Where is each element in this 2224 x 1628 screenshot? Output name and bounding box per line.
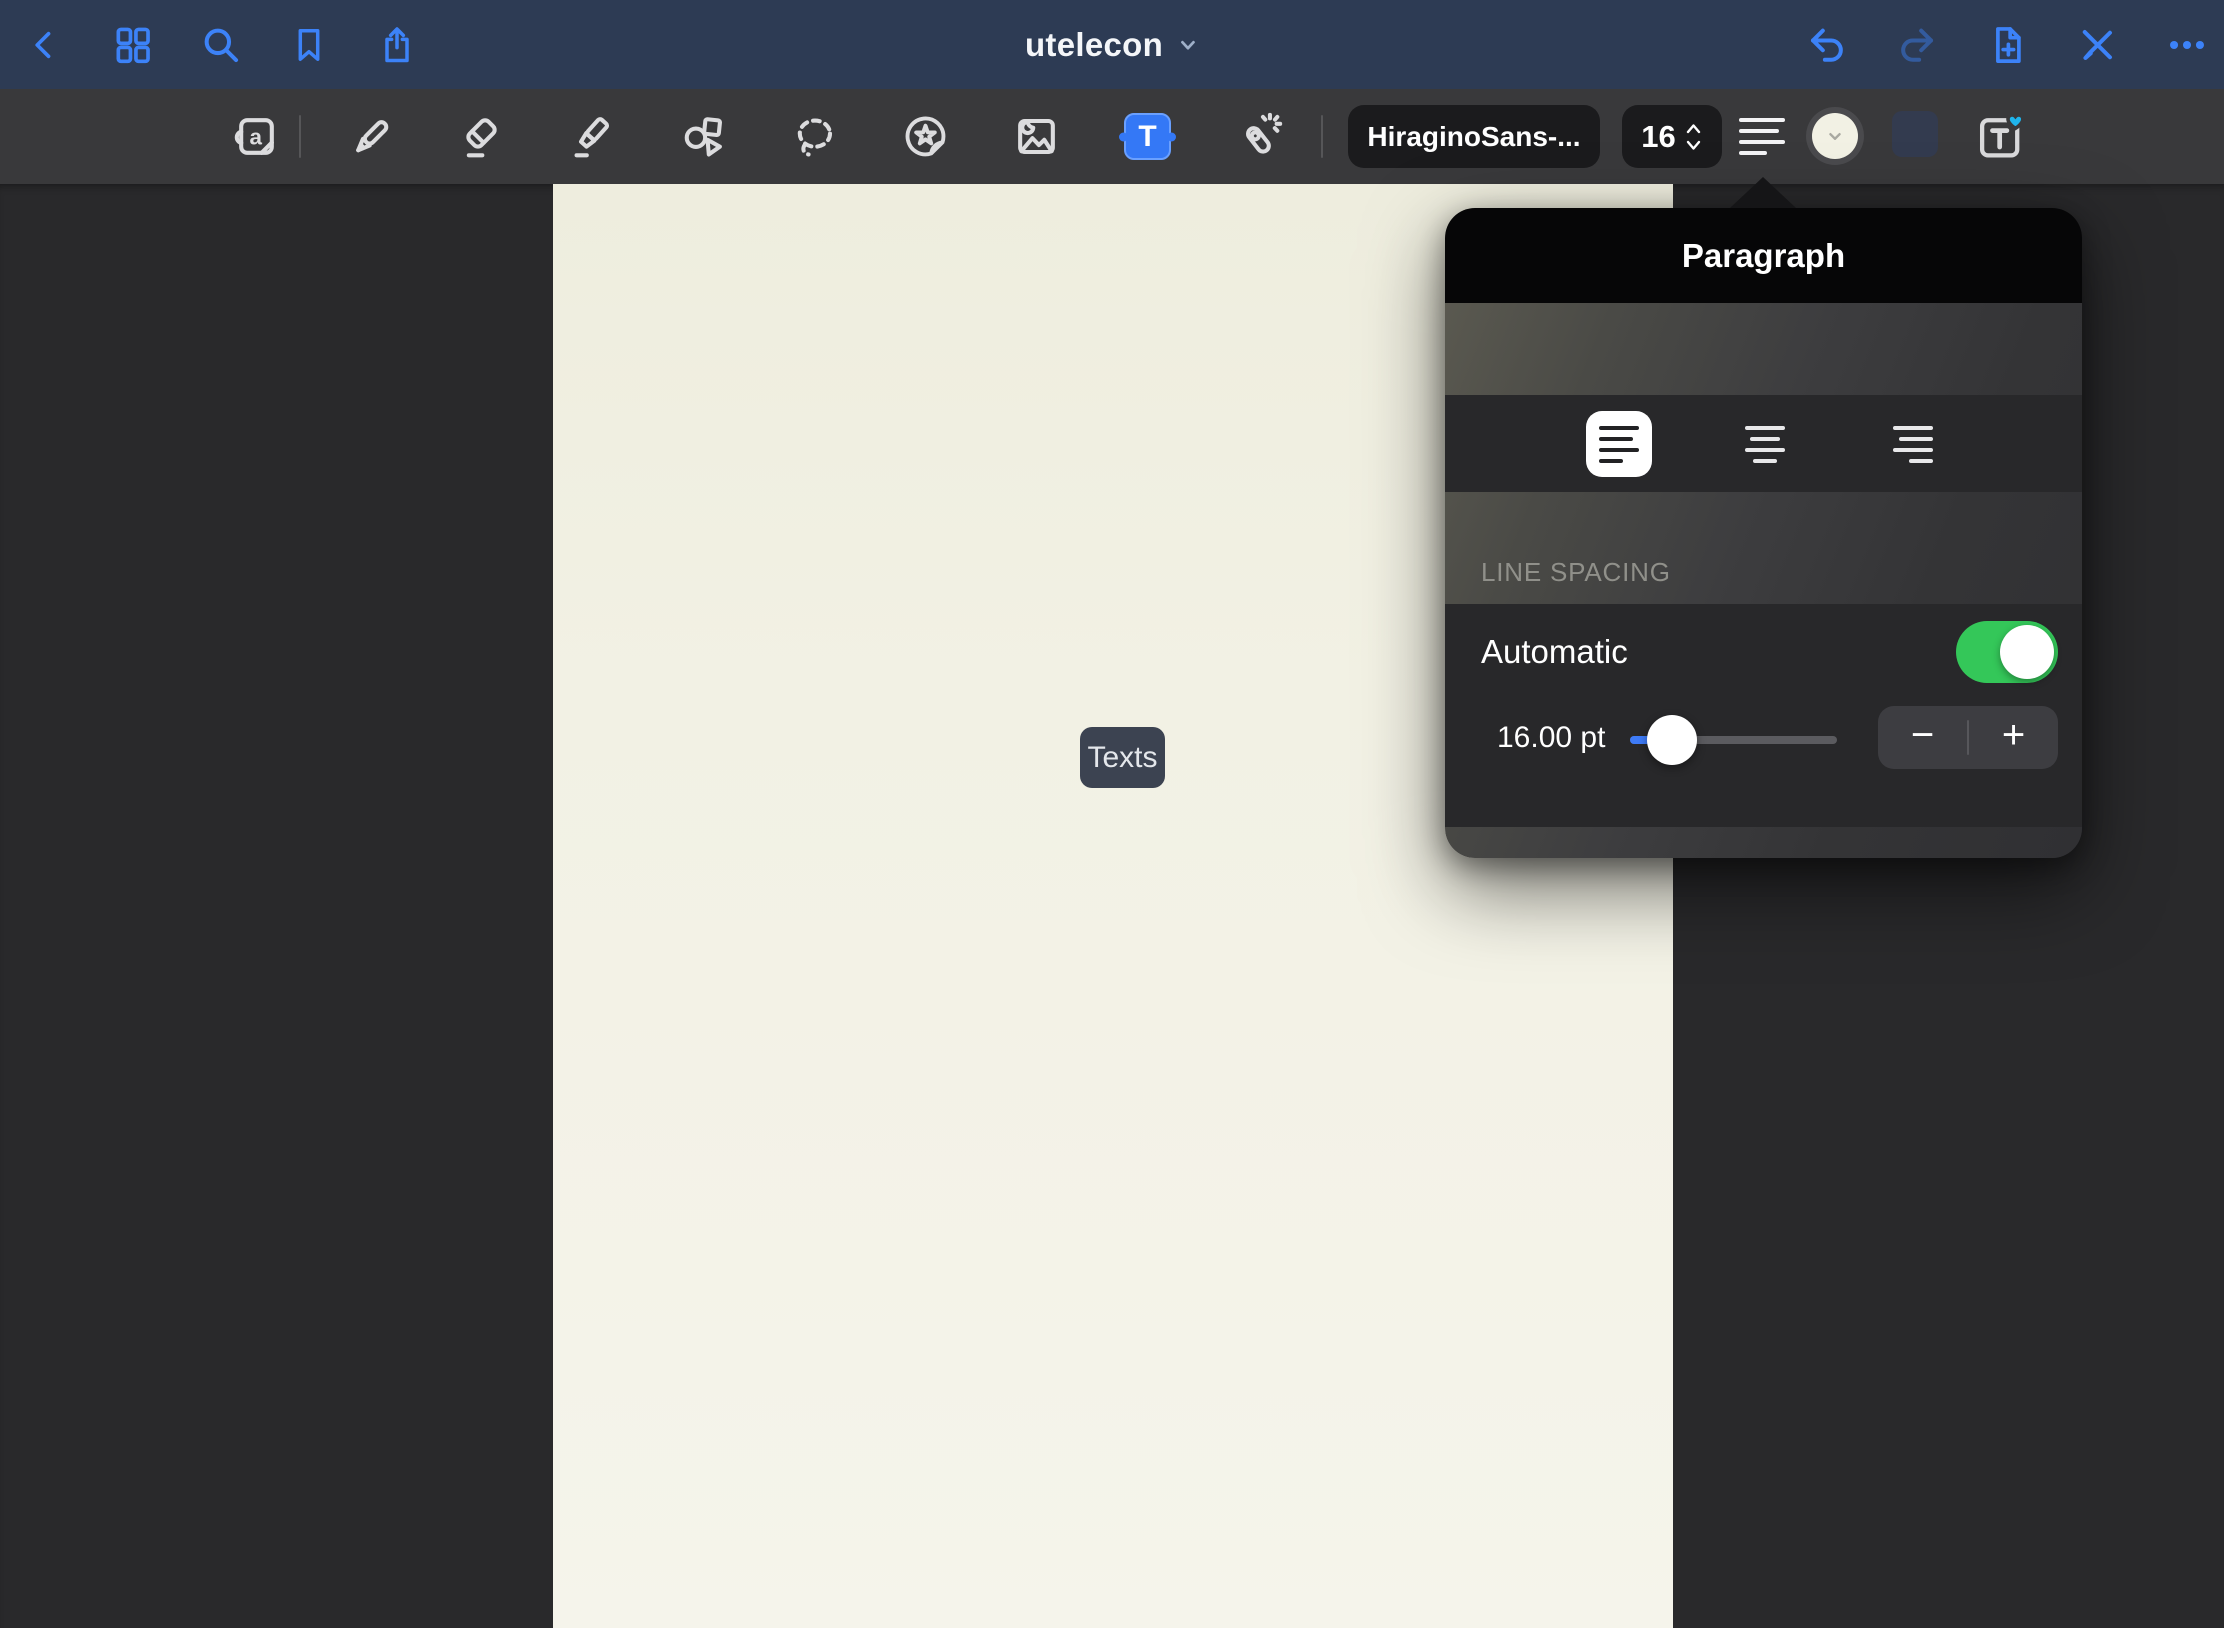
pen-crossed-icon — [2076, 24, 2118, 66]
top-navigation-bar: utelecon — [0, 0, 2224, 89]
align-center-option[interactable] — [1732, 411, 1798, 477]
selected-text-object[interactable]: Texts — [1080, 727, 1165, 788]
lasso-tool[interactable] — [790, 112, 839, 161]
document-title[interactable]: utelecon — [1025, 0, 1199, 89]
line-spacing-rows: Automatic 16.00 pt − + — [1445, 604, 2082, 827]
share-icon — [377, 23, 417, 67]
search-icon — [200, 24, 242, 66]
goodnotes-app-screen: utelecon a — [0, 0, 2224, 1628]
pen-tool[interactable] — [346, 112, 395, 161]
navy-color-well[interactable] — [1892, 111, 1938, 157]
text-color-button[interactable] — [1806, 107, 1864, 165]
automatic-label: Automatic — [1481, 633, 1628, 671]
more-ellipsis-icon — [2166, 24, 2208, 66]
stepper-chevrons-icon — [1684, 119, 1703, 155]
text-tool-active-badge: T — [1124, 113, 1171, 160]
popover-title: Paragraph — [1682, 237, 1845, 275]
text-tool-glyph: T — [1138, 120, 1156, 154]
popover-arrow — [1730, 177, 1796, 208]
more-options-button[interactable] — [2165, 23, 2209, 67]
automatic-toggle[interactable] — [1956, 621, 2058, 683]
zoom-window-icon: a — [232, 112, 281, 161]
paragraph-popover: Paragraph — [1445, 208, 2082, 858]
spacing-slider-row: 16.00 pt − + — [1445, 700, 2082, 827]
popover-spacer — [1445, 303, 2082, 395]
automatic-row: Automatic — [1445, 604, 2082, 700]
font-size-stepper[interactable]: 16 — [1622, 105, 1722, 168]
shapes-icon — [679, 112, 728, 161]
toolbar-divider-2 — [1321, 115, 1323, 158]
text-handle-left — [1119, 132, 1128, 141]
spacing-value: 16.00 pt — [1497, 721, 1605, 755]
align-center-icon — [1745, 426, 1785, 463]
align-right-option[interactable] — [1880, 411, 1946, 477]
redo-button[interactable] — [1895, 23, 1939, 67]
decrease-spacing-button[interactable]: − — [1878, 706, 1967, 769]
align-left-icon — [1599, 426, 1639, 463]
align-left-icon — [1739, 118, 1785, 155]
lasso-icon — [790, 112, 839, 161]
toolbar-divider — [299, 115, 301, 158]
nav-left-group — [0, 23, 419, 67]
popover-body: LINE SPACING Automatic 16.00 pt − — [1445, 303, 2082, 858]
svg-text:a: a — [250, 124, 263, 149]
toggle-knob — [2000, 625, 2054, 679]
shapes-tool[interactable] — [679, 112, 728, 161]
eraser-icon — [457, 112, 506, 161]
laser-pointer-icon — [1234, 112, 1283, 161]
line-spacing-section-header: LINE SPACING — [1445, 492, 2082, 604]
text-color-swatch — [1812, 113, 1858, 159]
image-tool[interactable] — [1012, 112, 1061, 161]
zoom-window-tool[interactable]: a — [232, 112, 281, 161]
font-size-value: 16 — [1641, 119, 1675, 155]
highlighter-icon — [568, 112, 617, 161]
stickers-tool[interactable] — [901, 112, 950, 161]
pages-grid-icon — [111, 23, 155, 67]
line-spacing-label: LINE SPACING — [1481, 557, 1671, 588]
tools-toolbar: a — [0, 89, 2224, 184]
align-left-option[interactable] — [1586, 411, 1652, 477]
back-chevron-icon — [28, 25, 62, 65]
share-button[interactable] — [375, 23, 419, 67]
selected-text-label: Texts — [1087, 741, 1157, 775]
drawing-tools-group: T — [346, 112, 1283, 161]
popover-header: Paragraph — [1445, 208, 2082, 303]
text-handle-right — [1167, 132, 1176, 141]
spacing-stepper: − + — [1878, 706, 2058, 769]
title-chevron-down-icon — [1177, 34, 1199, 56]
page-thumbnails-button[interactable] — [111, 23, 155, 67]
undo-button[interactable] — [1805, 23, 1849, 67]
font-name-label: HiraginoSans-... — [1367, 121, 1580, 153]
swatch-chevron-down-icon — [1824, 125, 1846, 147]
text-style-heart-icon — [1972, 109, 2026, 163]
redo-icon — [1896, 24, 1938, 66]
end-editing-button[interactable] — [2075, 23, 2119, 67]
alignment-options-row — [1445, 395, 2082, 492]
bookmark-icon — [290, 24, 328, 66]
sticker-star-icon — [901, 112, 950, 161]
text-tool[interactable]: T — [1123, 112, 1172, 161]
font-name-button[interactable]: HiraginoSans-... — [1348, 105, 1600, 168]
document-title-text: utelecon — [1025, 26, 1163, 64]
align-right-icon — [1893, 426, 1933, 463]
undo-icon — [1806, 24, 1848, 66]
increase-spacing-button[interactable]: + — [1969, 706, 2058, 769]
slider-thumb[interactable] — [1647, 715, 1697, 765]
search-button[interactable] — [199, 23, 243, 67]
nav-right-group — [1805, 23, 2224, 67]
highlighter-tool[interactable] — [568, 112, 617, 161]
image-icon — [1012, 112, 1061, 161]
back-button[interactable] — [23, 23, 67, 67]
add-page-button[interactable] — [1985, 23, 2029, 67]
bookmark-button[interactable] — [287, 23, 331, 67]
pen-icon — [346, 112, 395, 161]
laser-pointer-tool[interactable] — [1234, 112, 1283, 161]
add-page-icon — [1986, 23, 2028, 67]
favorite-text-style-button[interactable] — [1972, 109, 2026, 163]
eraser-tool[interactable] — [457, 112, 506, 161]
paragraph-alignment-button[interactable] — [1730, 112, 1794, 161]
